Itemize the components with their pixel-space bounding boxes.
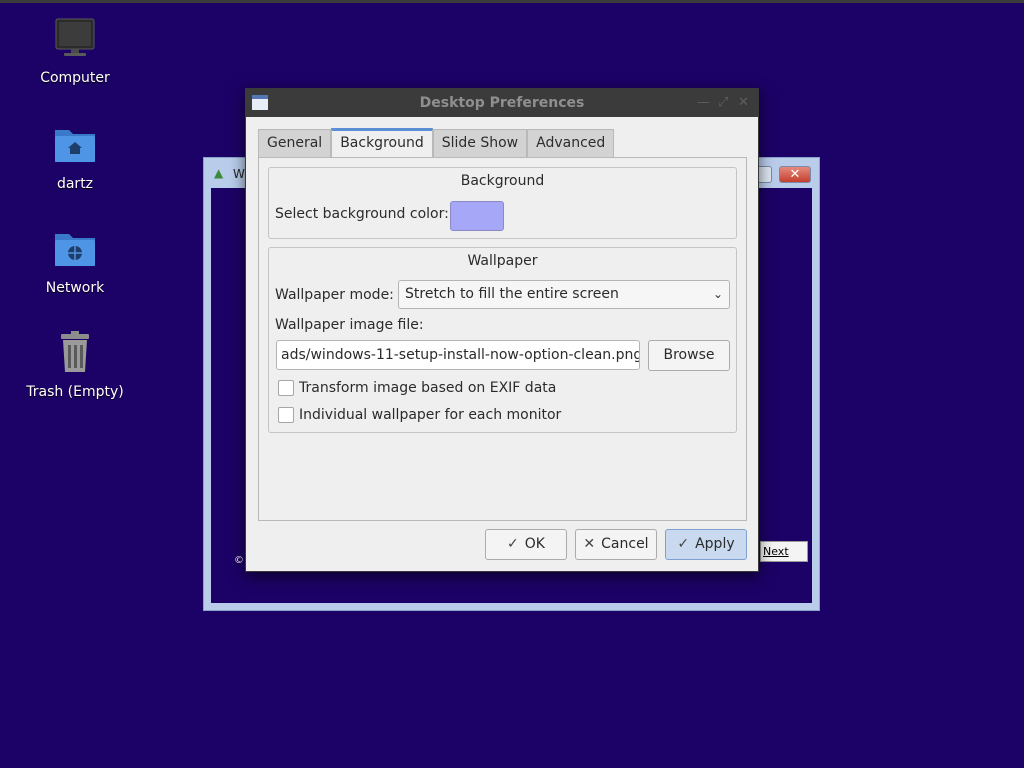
background-color-button[interactable] [450,201,504,231]
chevron-down-icon: ⌄ [712,287,723,301]
home-folder-icon [51,122,99,170]
wallpaper-file-input[interactable]: ads/windows-11-setup-install-now-option-… [276,340,640,370]
apply-button[interactable]: ✓ Apply [665,529,747,560]
tab-advanced[interactable]: Advanced [527,129,615,157]
dialog-titlebar[interactable]: Desktop Preferences — ⤢ ✕ [246,89,758,117]
background-window-title: W [233,167,245,181]
checkmark-icon: ✓ [677,536,690,552]
desktop-preferences-dialog: Desktop Preferences — ⤢ ✕ General Backgr… [245,88,759,572]
tab-background[interactable]: Background [331,128,433,158]
cancel-x-icon: ✕ [583,536,596,552]
trash-icon [51,330,99,378]
close-icon: ✕ [789,167,801,182]
apply-label: Apply [695,536,735,552]
checkmark-icon: ✓ [507,536,519,552]
per-monitor-checkbox-label[interactable]: Individual wallpaper for each monitor [299,407,561,423]
ok-label: OK [524,536,545,552]
ok-button[interactable]: ✓ OK [485,529,567,560]
wallpaper-mode-value: Stretch to fill the entire screen [405,286,619,302]
exif-checkbox[interactable] [278,380,294,396]
desktop-icon-label: Computer [40,70,110,86]
desktop-icon-computer[interactable]: Computer [15,16,135,86]
background-color-label: Select background color: [275,206,449,222]
tab-slide-show[interactable]: Slide Show [432,129,528,157]
desktop-icon-trash[interactable]: Trash (Empty) [15,330,135,400]
wallpaper-mode-label: Wallpaper mode: [275,287,394,303]
next-button[interactable]: Next [760,541,808,562]
tab-panel-background: Background Select background color: Wall… [258,157,747,521]
desktop-icon-network[interactable]: Network [15,226,135,296]
tab-general[interactable]: General [258,129,332,157]
close-button[interactable]: ✕ [779,166,811,183]
dialog-title: Desktop Preferences [419,95,585,111]
wallpaper-file-label: Wallpaper image file: [275,317,424,333]
per-monitor-checkbox[interactable] [278,407,294,423]
close-icon[interactable]: ✕ [738,95,749,110]
copyright-text: © [234,555,244,566]
cancel-button[interactable]: ✕ Cancel [575,529,657,560]
wallpaper-frame-title: Wallpaper [467,253,538,269]
minimize-icon[interactable]: — [697,95,710,110]
background-frame: Background Select background color: [268,167,737,239]
desktop-icon-label: Network [45,280,105,296]
background-frame-title: Background [460,173,545,189]
wallpaper-mode-select[interactable]: Stretch to fill the entire screen ⌄ [398,280,730,309]
wallpaper-frame: Wallpaper Wallpaper mode: Stretch to fil… [268,247,737,433]
exif-checkbox-label[interactable]: Transform image based on EXIF data [299,380,556,396]
desktop-icon-home[interactable]: dartz [15,122,135,192]
cancel-label: Cancel [601,536,649,552]
browse-button[interactable]: Browse [648,340,730,371]
desktop-icon-label: dartz [56,176,94,192]
desktop-icon-label: Trash (Empty) [26,384,124,400]
network-folder-icon [51,226,99,274]
top-panel-edge [0,0,1024,3]
installer-icon: ▲ [214,166,224,180]
maximize-icon[interactable]: ⤢ [718,95,728,110]
computer-icon [51,16,99,64]
tab-bar: General Background Slide Show Advanced [258,128,615,158]
